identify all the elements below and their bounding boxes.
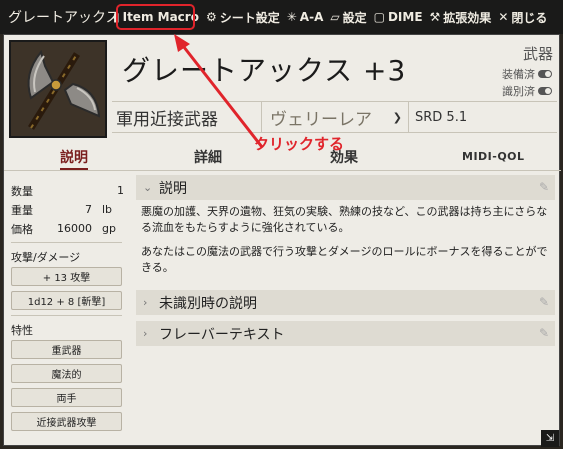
price-unit[interactable]: gp	[102, 222, 128, 235]
item-sheet: グレートアックス +3 武器 装備済 識別済 軍用近接武器 ヴェリーレア ❯ S…	[3, 34, 561, 447]
item-details-row: 軍用近接武器 ヴェリーレア ❯ SRD 5.1	[112, 101, 557, 133]
sheet-settings-button[interactable]: ⚙ シート設定	[206, 9, 280, 26]
tab-description[interactable]: 説明	[60, 147, 88, 170]
spark-icon: ✳	[286, 10, 297, 24]
tab-details[interactable]: 詳細	[194, 147, 222, 167]
quantity-value[interactable]: 1	[117, 184, 124, 197]
divider	[11, 315, 122, 316]
attack-damage-heading: 攻撃/ダメージ	[11, 251, 81, 264]
chevron-right-icon: ›	[143, 327, 148, 340]
gear-icon: ⚙	[205, 10, 217, 24]
trait-magical: 魔法的	[11, 364, 122, 383]
trait-melee-weapon-attack: 近接武器攻撃	[11, 412, 122, 431]
section-unidentified-title: 未識別時の説明	[159, 295, 257, 312]
description-paragraph: あなたはこの魔法の武器で行う攻撃とダメージのロールにボーナスを得ることができる。	[141, 245, 548, 274]
toggle-on-icon	[538, 87, 552, 95]
config-button[interactable]: ▱ 設定	[330, 9, 366, 26]
file-icon: ▮	[113, 10, 120, 24]
traits-heading: 特性	[11, 324, 33, 337]
weight-value[interactable]: 7	[85, 203, 92, 216]
resize-handle-icon[interactable]: ⇲	[541, 430, 559, 447]
weight-label: 重量	[11, 203, 33, 217]
folder-icon: ▱	[330, 10, 340, 24]
sheet-settings-label: シート設定	[219, 10, 280, 25]
item-macro-label: Item Macro	[122, 10, 199, 24]
price-label: 価格	[11, 222, 33, 236]
section-description-title: 説明	[159, 180, 187, 197]
chevron-down-icon: ⌄	[143, 181, 153, 194]
dae-effects-label: 拡張効果	[443, 10, 492, 25]
close-label: 閉じる	[511, 10, 548, 25]
automated-animations-button[interactable]: ✳ A-A	[287, 10, 324, 24]
weapon-class-field[interactable]: 軍用近接武器	[112, 102, 262, 132]
wrench-icon: ⚒	[429, 10, 441, 24]
close-icon: ✕	[498, 10, 509, 24]
dice-icon: ▢	[373, 10, 385, 24]
item-type-label: 武器	[522, 45, 553, 63]
window-title: グレートアックス	[8, 10, 120, 26]
item-macro-button[interactable]: ▮ Item Macro	[113, 10, 199, 24]
price-value[interactable]: 16000	[57, 222, 92, 235]
edit-icon[interactable]: ✎	[539, 295, 549, 309]
rarity-select[interactable]: ヴェリーレア ❯	[262, 102, 409, 132]
quantity-row: 数量 1	[11, 181, 128, 200]
tab-midi-qol[interactable]: Midi-qol	[462, 150, 525, 163]
section-unidentified-description[interactable]: › 未識別時の説明 ✎	[136, 290, 555, 315]
chevron-right-icon: ›	[143, 296, 148, 309]
equipped-label: 装備済	[502, 68, 535, 81]
dime-label: DIME	[387, 10, 423, 24]
item-portrait[interactable]	[9, 40, 107, 138]
close-button[interactable]: ✕ 閉じる	[498, 9, 547, 26]
chevron-down-icon: ❯	[392, 110, 402, 124]
equipped-toggle[interactable]: 装備済	[502, 66, 552, 82]
description-text: 悪魔の加護、天界の遺物、狂気の実験、熟練の技など、この武器は持ち主にさらなる流血…	[136, 204, 555, 290]
dae-effects-button[interactable]: ⚒ 拡張効果	[430, 9, 492, 26]
identified-toggle[interactable]: 識別済	[502, 83, 552, 99]
trait-heavy: 重武器	[11, 340, 122, 359]
price-row: 価格 16000 gp	[11, 219, 128, 238]
greataxe-image-icon	[11, 42, 105, 136]
damage-roll-button[interactable]: 1d12 + 8 [斬撃]	[11, 291, 122, 310]
description-paragraph: 悪魔の加護、天界の遺物、狂気の実験、熟練の技など、この武器は持ち主にさらなる流血…	[141, 205, 548, 234]
config-label: 設定	[342, 10, 367, 25]
dime-button[interactable]: ▢ DIME	[374, 10, 423, 24]
identified-label: 識別済	[502, 85, 535, 98]
weight-unit: lb	[102, 203, 113, 216]
automated-animations-label: A-A	[299, 10, 324, 24]
toggle-on-icon	[538, 70, 552, 78]
rarity-value: ヴェリーレア	[270, 109, 372, 130]
item-properties-sidebar: 数量 1 重量 7 lb 価格 16000 gp 攻撃/ダメージ + 13 攻撃…	[11, 181, 128, 436]
annotation-click-here: クリックする	[254, 135, 345, 153]
section-flavor-title: フレーバーテキスト	[159, 326, 285, 343]
section-description[interactable]: ⌄ 説明 ✎	[136, 175, 555, 200]
weight-row: 重量 7 lb	[11, 200, 128, 219]
window-titlebar[interactable]: グレートアックス ▮ Item Macro ⚙ シート設定 ✳ A-A ▱ 設定…	[0, 0, 563, 34]
item-name[interactable]: グレートアックス +3	[122, 49, 406, 89]
edit-icon[interactable]: ✎	[539, 180, 549, 194]
quantity-label: 数量	[11, 184, 33, 198]
section-flavor-text[interactable]: › フレーバーテキスト ✎	[136, 321, 555, 346]
edit-icon[interactable]: ✎	[539, 326, 549, 340]
source-label[interactable]: SRD 5.1	[409, 110, 467, 125]
trait-two-handed: 両手	[11, 388, 122, 407]
attack-roll-button[interactable]: + 13 攻撃	[11, 267, 122, 286]
description-content: ⌄ 説明 ✎ 悪魔の加護、天界の遺物、狂気の実験、熟練の技など、この武器は持ち主…	[136, 175, 555, 350]
divider	[11, 242, 122, 243]
